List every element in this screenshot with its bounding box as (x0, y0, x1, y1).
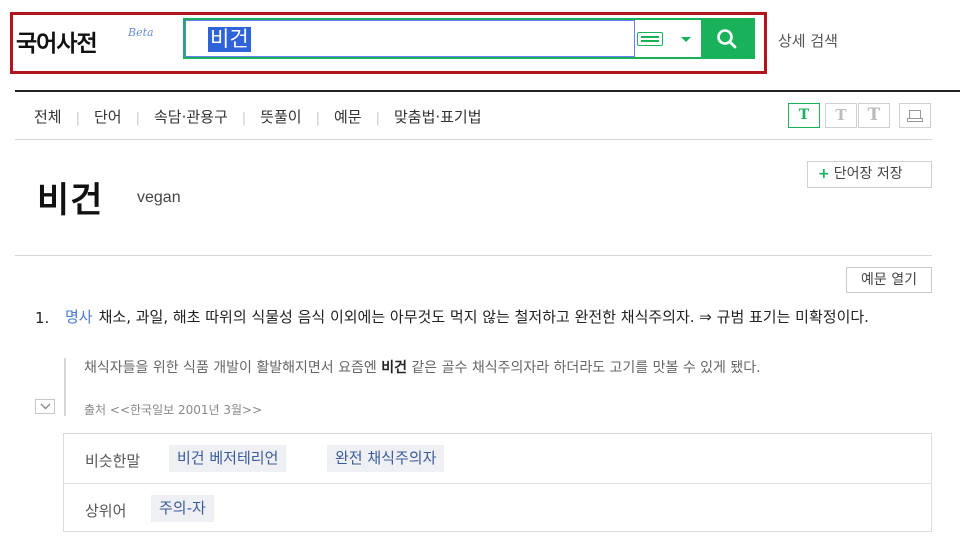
example-highlight: 비건 (381, 360, 407, 376)
tab-separator: | (375, 111, 380, 126)
font-size-small-button[interactable]: T (788, 103, 820, 128)
search-box: 비건 (183, 18, 755, 59)
example-quote-bar (64, 358, 66, 416)
tab-word[interactable]: 단어 (94, 106, 122, 127)
chevron-down-icon (40, 403, 51, 410)
example-sentence: 채식자들을 위한 식품 개발이 활발해지면서 요즘엔 비건 같은 골수 채식주의… (84, 358, 936, 378)
search-input-value: 비건 (208, 27, 251, 52)
tab-proverb-idiom[interactable]: 속담·관용구 (154, 106, 228, 127)
tab-separator: | (135, 111, 140, 126)
tab-spelling[interactable]: 맞춤법·표기법 (394, 106, 482, 127)
hypernym-label: 상위어 (85, 502, 127, 520)
dictionary-logo[interactable]: 국어사전 (16, 24, 98, 58)
tab-all[interactable]: 전체 (34, 106, 62, 127)
detail-search-link[interactable]: 상세 검색 (778, 30, 838, 51)
search-icon (717, 29, 737, 49)
part-of-speech[interactable]: 명사 (65, 308, 93, 326)
hypernym-row: 상위어 주의-자 (64, 483, 931, 532)
hypernym-chip[interactable]: 주의-자 (151, 495, 214, 522)
tabs-divider (15, 139, 932, 140)
example-text-after: 같은 골수 채식주의자라 하더라도 고기를 맛볼 수 있게 됐다. (406, 360, 761, 376)
tab-separator: | (75, 111, 80, 126)
save-to-wordbook-button[interactable]: + 단어장 저장 (807, 161, 932, 188)
synonyms-label: 비슷한말 (85, 452, 141, 470)
example-source: 출처 <<한국일보 2001년 3월>> (84, 403, 263, 417)
show-examples-button[interactable]: 예문 열기 (846, 267, 932, 293)
search-input[interactable]: 비건 (185, 20, 635, 57)
definition-body: 채소, 과일, 해초 따위의 식물성 음식 이외에는 아무것도 먹지 않는 철저… (98, 308, 869, 326)
print-icon[interactable] (899, 103, 931, 128)
original-language: vegan (137, 189, 181, 206)
tab-separator: | (315, 111, 320, 126)
entry-divider (15, 255, 932, 256)
tab-definition[interactable]: 뜻풀이 (260, 106, 301, 127)
tab-example[interactable]: 예문 (334, 106, 362, 127)
category-tabs: 전체 | 단어 | 속담·관용구 | 뜻풀이 | 예문 | 맞춤법·표기법 (34, 106, 482, 127)
tab-separator: | (241, 111, 247, 126)
collapse-example-button[interactable] (35, 399, 55, 414)
synonym-chip[interactable]: 비건 베저테리언 (169, 445, 287, 472)
definition-text: 명사 채소, 과일, 해초 따위의 식물성 음식 이외에는 아무것도 먹지 않는 … (65, 306, 935, 328)
example-text-before: 채식자들을 위한 식품 개발이 활발해지면서 요즘엔 (84, 360, 382, 376)
synonym-chip[interactable]: 완전 채식주의자 (327, 445, 445, 472)
header-divider (15, 90, 960, 92)
beta-badge: Beta (128, 26, 154, 39)
search-button[interactable] (701, 20, 753, 57)
synonyms-row: 비슷한말 비건 베저테리언 완전 채식주의자 (64, 434, 931, 483)
chevron-down-icon[interactable] (681, 37, 691, 42)
font-size-large-button[interactable]: T (858, 103, 890, 128)
headword: 비건 (37, 181, 104, 221)
font-size-medium-button[interactable]: T (825, 103, 857, 128)
save-button-label: 단어장 저장 (833, 166, 903, 182)
plus-icon: + (818, 166, 830, 182)
related-words-box: 비슷한말 비건 베저테리언 완전 채식주의자 상위어 주의-자 (63, 433, 932, 532)
definition-number: 1. (35, 309, 50, 327)
keyboard-icon[interactable] (637, 32, 663, 46)
